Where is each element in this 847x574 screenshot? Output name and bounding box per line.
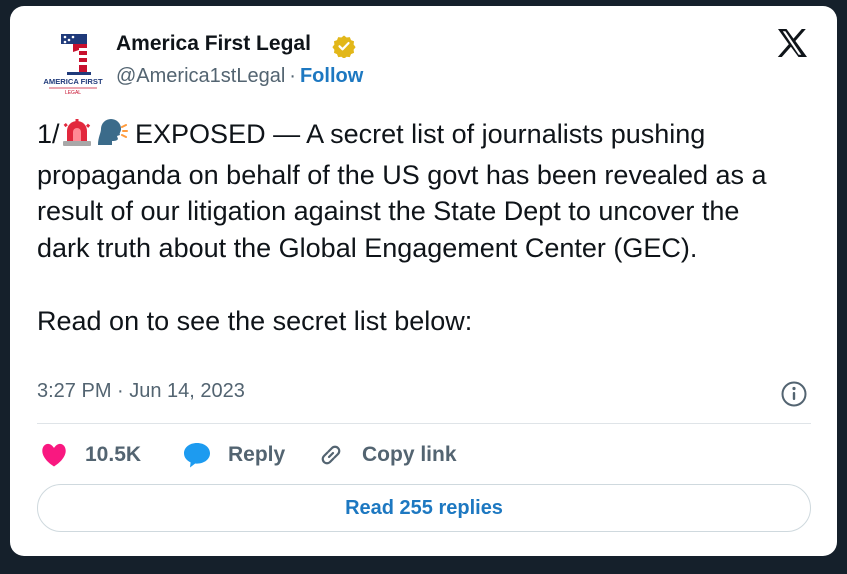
like-count: 10.5K	[85, 443, 142, 466]
link-icon	[316, 440, 346, 470]
reply-button[interactable]: Reply	[182, 440, 285, 470]
tweet-text: 1/ EXPOSED — A secret list of journalist…	[37, 116, 797, 339]
x-logo-icon[interactable]	[776, 28, 808, 58]
reply-label: Reply	[228, 443, 286, 466]
speaking-head-emoji-icon	[94, 117, 128, 157]
copy-link-button[interactable]: Copy link	[316, 440, 457, 470]
author-handle[interactable]: @America1stLegal	[116, 65, 285, 87]
author-name[interactable]: America First Legal	[116, 32, 311, 56]
tweet-timestamp[interactable]: 3:27 PM · Jun 14, 2023	[37, 380, 245, 403]
info-icon[interactable]	[780, 380, 808, 408]
tweet-card: AMERICA FIRST LEGAL America First Legal …	[10, 6, 837, 556]
rotating-light-emoji-icon	[60, 117, 94, 157]
follow-button[interactable]: Follow	[300, 65, 363, 87]
tweet-body-text: EXPOSED — A secret list of journalists p…	[37, 119, 767, 336]
like-button[interactable]: 10.5K	[39, 440, 141, 470]
heart-icon	[39, 440, 69, 470]
read-replies-button[interactable]: Read 255 replies	[37, 484, 811, 532]
verified-badge-icon	[332, 34, 356, 59]
speech-bubble-icon	[182, 440, 212, 470]
handle-row: @America1stLegal · Follow	[116, 65, 363, 88]
tweet-prefix: 1/	[37, 119, 60, 149]
copy-link-label: Copy link	[362, 443, 457, 466]
avatar[interactable]: AMERICA FIRST LEGAL	[37, 26, 109, 98]
avatar-text-bottom: LEGAL	[65, 90, 81, 96]
separator: ·	[289, 65, 296, 87]
avatar-text-top: AMERICA FIRST	[43, 77, 103, 86]
divider	[37, 423, 811, 424]
